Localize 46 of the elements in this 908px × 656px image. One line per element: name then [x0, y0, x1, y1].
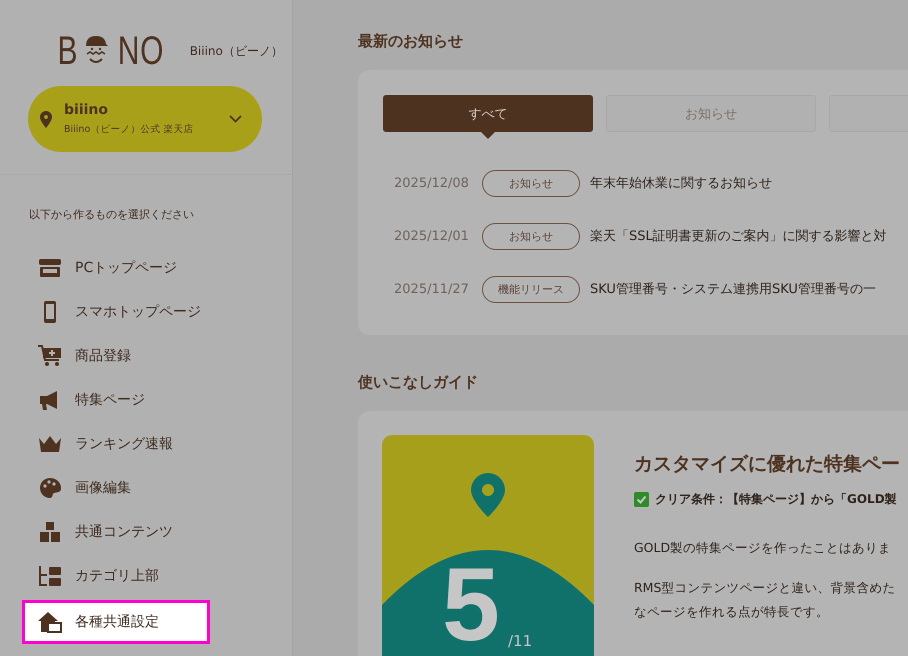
guide-title: カスタマイズに優れた特集ペー	[634, 452, 900, 477]
store-subtitle: Biiino（ビーノ）公式 楽天店	[64, 123, 194, 136]
sidebar-item[interactable]: PCトップページ	[22, 246, 210, 290]
location-pin-icon	[471, 473, 505, 517]
chevron-down-icon	[229, 115, 242, 123]
folder-tree-icon	[37, 564, 63, 588]
boxes-icon	[37, 520, 63, 544]
logo-letters: NO	[117, 31, 164, 71]
checkbox-checked-icon	[634, 492, 649, 507]
category-tag: お知らせ	[482, 222, 580, 250]
brand-name: Biiino（ビーノ）	[190, 42, 283, 60]
section-heading: 最新のお知らせ	[358, 32, 464, 52]
filter-tab[interactable]: すべて	[383, 95, 593, 132]
storefront-icon	[37, 256, 63, 280]
news-link[interactable]: 楽天「SSL証明書更新のご案内」に関する影響と対	[590, 227, 887, 245]
house-icon	[37, 610, 63, 634]
news-link[interactable]: 年末年始休業に関するお知らせ	[590, 174, 772, 192]
step-number: 5	[442, 553, 500, 656]
clear-condition: クリア条件：【特集ページ】から「GOLD製	[655, 491, 897, 508]
step-total: /11	[508, 632, 532, 650]
logo-letter: B	[57, 31, 78, 71]
sidebar-item[interactable]: 共通コンテンツ	[22, 510, 210, 554]
news-link[interactable]: SKU管理番号・システム連携用SKU管理番号の一	[590, 280, 876, 298]
sidebar-item[interactable]: 商品登録	[22, 334, 210, 378]
sidebar-item[interactable]: ランキング速報	[22, 422, 210, 466]
news-date: 2025/12/01	[394, 228, 470, 244]
store-selector[interactable]: biiino Biiino（ビーノ）公式 楽天店	[28, 86, 262, 152]
instruction-text: 以下から作るものを選択ください	[29, 207, 195, 222]
sidebar-item[interactable]: 各種共通設定	[22, 600, 210, 644]
category-tag: お知らせ	[482, 170, 580, 196]
tab-pointer-icon	[481, 132, 495, 139]
store-name: biiino	[64, 102, 110, 118]
section-heading: 使いこなしガイド	[358, 373, 479, 393]
guide-text-line: なページを作れる点が特長です。	[634, 603, 830, 621]
sidebar-item[interactable]: 特集ページ	[22, 378, 210, 422]
palette-icon	[37, 476, 63, 500]
news-date: 2025/11/27	[394, 282, 470, 296]
category-tag: 機能リリース	[482, 276, 580, 302]
sidebar-item[interactable]: カテゴリ上部	[22, 554, 210, 598]
sidebar-item[interactable]: スマホトップページ	[22, 290, 210, 334]
news-date: 2025/12/08	[394, 176, 470, 190]
cart-plus-icon	[37, 344, 63, 368]
guide-text-line: GOLD製の特集ページを作ったことはありま	[634, 539, 892, 557]
guide-text-line: RMS型コンテンツページと違い、背景含めた	[634, 579, 896, 597]
location-pin-icon	[40, 110, 52, 128]
sidebar-item[interactable]: 画像編集	[22, 466, 210, 510]
